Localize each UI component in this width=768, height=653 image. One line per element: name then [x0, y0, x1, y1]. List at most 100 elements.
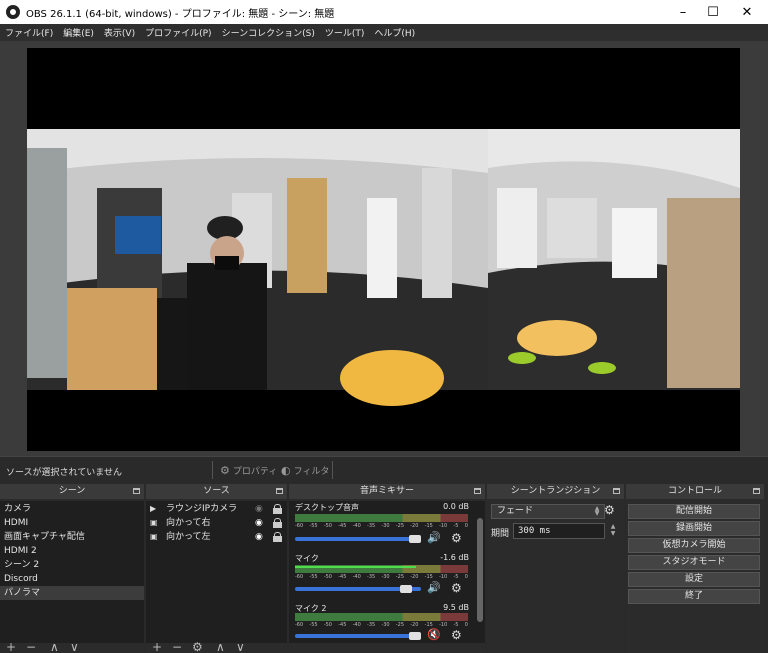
scene-item[interactable]: HDMI 2: [0, 544, 144, 558]
duration-spinner[interactable]: ▲ ▼: [608, 523, 618, 539]
minimize-button[interactable]: –: [667, 0, 699, 24]
meter-tick-label: -35: [367, 622, 376, 628]
dock-float-icon[interactable]: [474, 488, 481, 494]
preview-canvas[interactable]: [27, 48, 740, 451]
lock-icon[interactable]: [273, 504, 282, 514]
gear-icon[interactable]: ⚙: [451, 581, 462, 595]
move-down-button[interactable]: ∨: [236, 641, 245, 653]
dock-float-icon[interactable]: [133, 488, 140, 494]
mixer-body: デスクトップ音声 0.0 dB -60 -55 -50 -45 -40 -35 -30 -25…: [289, 501, 485, 643]
menu-help[interactable]: ヘルプ(H): [369, 26, 420, 39]
meter-tick-label: -55: [309, 574, 318, 580]
fader-knob[interactable]: [408, 535, 421, 543]
meter-tick-label: -10: [439, 523, 448, 529]
filters-button[interactable]: ◐ フィルタ: [281, 462, 329, 478]
dock-float-icon[interactable]: [753, 488, 760, 494]
camera-feed-image: [27, 129, 740, 406]
meter-tick-label: -55: [309, 622, 318, 628]
speaker-icon[interactable]: 🔊: [427, 531, 441, 544]
fader-knob[interactable]: [399, 585, 412, 593]
exit-button[interactable]: 終了: [628, 589, 760, 604]
scene-item[interactable]: 画面キャプチャ配信: [0, 530, 144, 544]
channel-name: デスクトップ音声: [295, 503, 359, 512]
transition-select[interactable]: フェード ▲ ▼: [491, 504, 605, 519]
meter-tick-label: 0: [464, 523, 468, 529]
eye-hidden-icon[interactable]: ◉: [255, 504, 266, 514]
fader-knob[interactable]: [408, 632, 421, 640]
maximize-button[interactable]: ☐: [697, 0, 729, 24]
speaker-muted-icon[interactable]: 🔇: [427, 628, 441, 641]
menu-scene-collection[interactable]: シーンコレクション(S): [217, 26, 320, 39]
start-recording-button[interactable]: 録画開始: [628, 521, 760, 536]
remove-source-button[interactable]: −: [172, 641, 182, 653]
duration-input[interactable]: 300 ms: [513, 523, 605, 539]
move-down-button[interactable]: ∨: [70, 641, 79, 653]
studio-mode-button[interactable]: スタジオモード: [628, 555, 760, 570]
audio-mixer-dock: 音声ミキサー デスクトップ音声 0.0 dB -60 -55 -50 -45 -40 -3…: [289, 484, 485, 653]
gear-icon[interactable]: ⚙: [451, 628, 462, 642]
mixer-scrollbar[interactable]: [477, 518, 483, 622]
scenes-dock: シーン カメラ HDMI 画面キャプチャ配信 HDMI 2 シーン 2 Disc…: [0, 484, 144, 653]
camera-icon: ▣: [150, 518, 158, 527]
scene-item[interactable]: カメラ: [0, 502, 144, 516]
add-scene-button[interactable]: +: [6, 641, 16, 653]
scene-item-selected[interactable]: パノラマ: [0, 586, 144, 600]
duration-value: 300 ms: [518, 526, 551, 536]
close-button[interactable]: ✕: [731, 0, 763, 24]
start-virtual-camera-button[interactable]: 仮想カメラ開始: [628, 538, 760, 553]
menu-edit[interactable]: 編集(E): [58, 26, 99, 39]
dock-float-icon[interactable]: [276, 488, 283, 494]
filters-label: フィルタ: [293, 466, 330, 477]
menu-file[interactable]: ファイル(F): [0, 26, 58, 39]
volume-fader[interactable]: [295, 537, 421, 541]
chevron-updown-icon: ▲ ▼: [594, 505, 600, 517]
meter-tick-label: 0: [464, 622, 468, 628]
move-up-button[interactable]: ∧: [50, 641, 59, 653]
scene-item[interactable]: Discord: [0, 572, 144, 586]
remove-scene-button[interactable]: −: [26, 641, 36, 653]
scene-transitions-dock: シーントランジション フェード ▲ ▼ ⚙ 期間 300 ms ▲ ▼: [487, 484, 624, 653]
channel-db: -1.6 dB: [440, 553, 469, 562]
menu-tools[interactable]: ツール(T): [320, 26, 370, 39]
lock-icon[interactable]: [273, 532, 282, 542]
sources-dock: ソース ▶ ラウンジIPカメラ ◉ ▣ 向かって右 ◉ ▣ 向かって左 ◉ + …: [146, 484, 287, 653]
lock-icon[interactable]: [273, 518, 282, 528]
gear-icon[interactable]: ⚙: [604, 503, 615, 517]
menu-view[interactable]: 表示(V): [99, 26, 140, 39]
meter-tick-label: -50: [323, 622, 332, 628]
meter-ticks: -60 -55 -50 -45 -40 -35 -30 -25 -20 -15 -10 -5 0: [295, 574, 468, 582]
meter-tick-label: -25: [395, 622, 405, 628]
sources-title: ソース: [146, 484, 287, 499]
scene-item[interactable]: シーン 2: [0, 558, 144, 572]
eye-icon[interactable]: ◉: [255, 518, 266, 528]
source-item[interactable]: ▣ 向かって右 ◉: [146, 516, 287, 530]
settings-button[interactable]: 設定: [628, 572, 760, 587]
channel-name: マイク: [295, 554, 319, 563]
dock-float-icon[interactable]: [613, 488, 620, 494]
volume-meter: [295, 613, 468, 621]
meter-tick-label: -40: [352, 523, 361, 529]
source-item[interactable]: ▣ 向かって左 ◉: [146, 530, 287, 544]
menu-profile[interactable]: プロファイル(P): [140, 26, 216, 39]
properties-button[interactable]: ⚙ プロパティ: [220, 462, 277, 478]
meter-tick-label: -25: [395, 523, 405, 529]
title-bar: OBS 26.1.1 (64-bit, windows) - プロファイル: 無…: [0, 0, 768, 24]
source-label: ラウンジIPカメラ: [166, 504, 238, 514]
meter-ticks: -60 -55 -50 -45 -40 -35 -30 -25 -20 -15 -10 -5 0: [295, 523, 468, 531]
volume-fader[interactable]: [295, 634, 421, 638]
source-settings-button[interactable]: ⚙: [192, 641, 203, 653]
meter-tick-label: -30: [381, 622, 390, 628]
source-item[interactable]: ▶ ラウンジIPカメラ ◉: [146, 502, 287, 516]
meter-tick-label: -40: [352, 574, 361, 580]
speaker-icon[interactable]: 🔊: [427, 581, 441, 594]
mixer-title: 音声ミキサー: [289, 484, 485, 499]
gear-icon[interactable]: ⚙: [451, 531, 462, 545]
move-up-button[interactable]: ∧: [216, 641, 225, 653]
meter-tick-label: -60: [295, 523, 304, 529]
scene-item[interactable]: HDMI: [0, 516, 144, 530]
start-streaming-button[interactable]: 配信開始: [628, 504, 760, 519]
eye-icon[interactable]: ◉: [255, 532, 266, 542]
meter-tick-label: -45: [338, 622, 347, 628]
add-source-button[interactable]: +: [152, 641, 162, 653]
channel-db: 9.5 dB: [443, 603, 469, 612]
